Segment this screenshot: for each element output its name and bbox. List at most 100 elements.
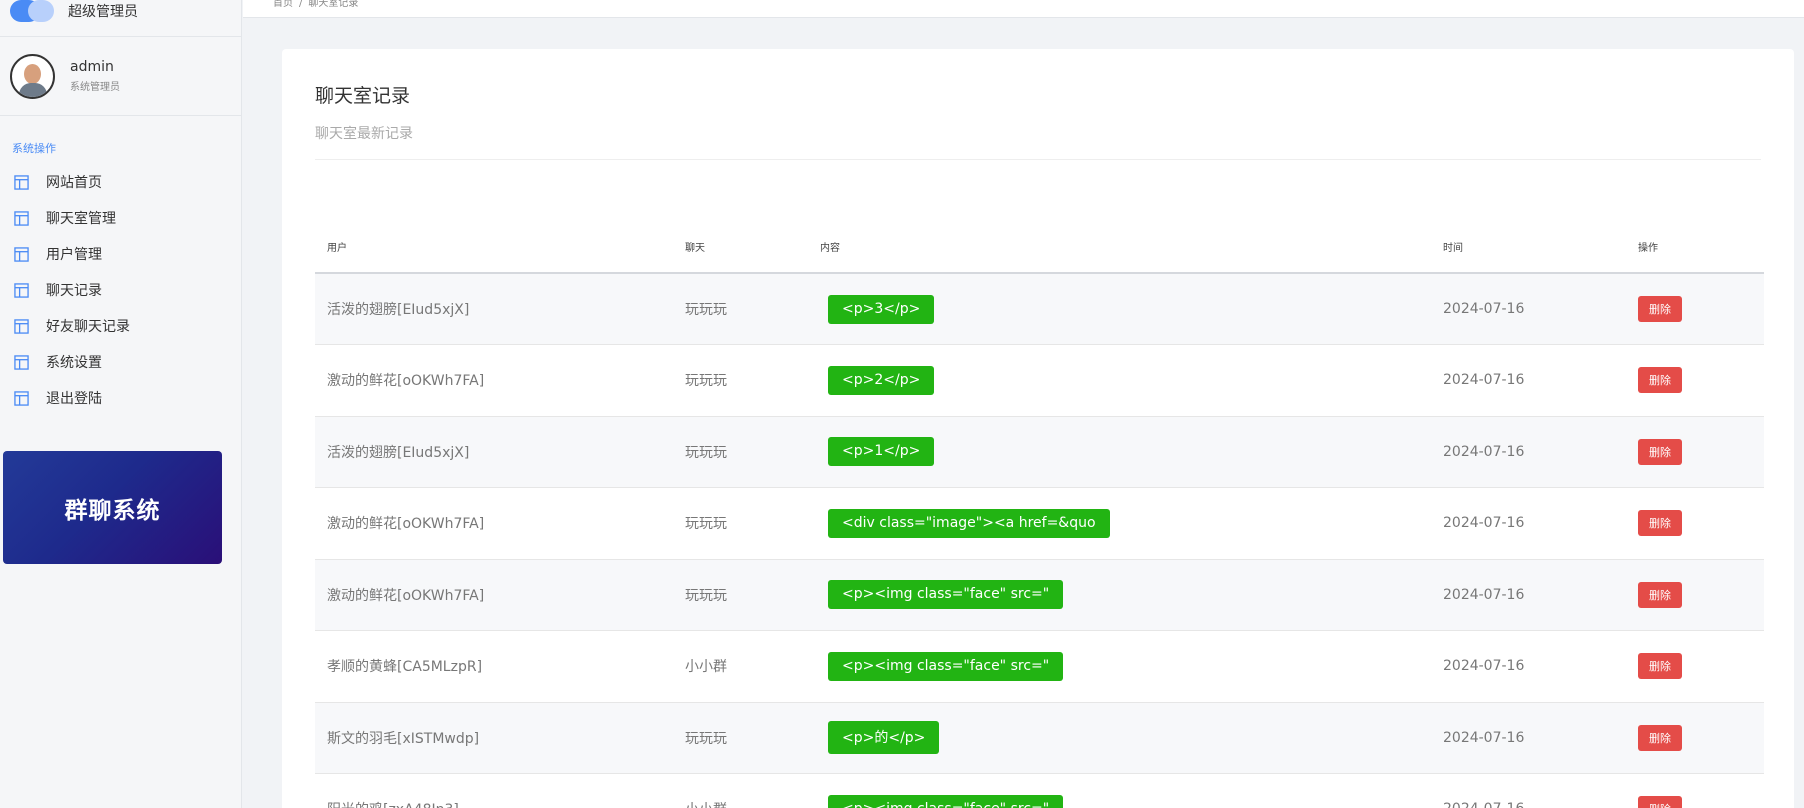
cell-chat: 玩玩玩 [685, 302, 727, 318]
delete-button[interactable]: 删除 [1638, 653, 1682, 680]
cell-user: 活泼的翅膀[EIud5xjX] [327, 444, 470, 461]
header-user[interactable]: 用户 [315, 221, 673, 274]
content-tag: <p>2</p> [828, 365, 935, 395]
cell-chat: 玩玩玩 [685, 516, 727, 533]
nav-section-title: 系统操作 [12, 142, 56, 155]
layout-icon [14, 390, 29, 406]
sidebar-item-label: 聊天记录 [46, 283, 102, 299]
table-row: 斯文的羽毛[xISTMwdp] 玩玩玩 <p>的</p> 2024-07-16 删除 [315, 702, 1764, 774]
sidebar-item-label: 系统设置 [46, 355, 102, 371]
sidebar-item-label: 好友聊天记录 [46, 319, 130, 335]
table-row: 激动的鲜花[oOKWh7FA] 玩玩玩 <p>2</p> 2024-07-16 删除 [315, 345, 1764, 417]
delete-button[interactable]: 删除 [1638, 581, 1682, 608]
cell-user: 斯文的羽毛[xISTMwdp] [327, 730, 480, 747]
table-header-row: 用户 聊天 内容 时间 操作 [315, 221, 1764, 274]
cell-action: 删除 [1626, 631, 1764, 703]
cell-action: 删除 [1626, 488, 1764, 560]
cell-action: 删除 [1626, 273, 1764, 345]
cell-time: 2024-07-16 [1443, 586, 1525, 603]
layout-icon [14, 174, 29, 190]
records-table: 用户 聊天 内容 时间 操作 活泼的翅膀[EIud5xjX] 玩玩玩 <p>3</p… [315, 221, 1764, 808]
content-tag: <p>的</p> [828, 721, 940, 755]
delete-button[interactable]: 删除 [1638, 296, 1682, 322]
content-tag: <div class="image"><a href=&quo [828, 508, 1110, 538]
header-action: 操作 [1626, 221, 1764, 274]
table-row: 活泼的翅膀[EIud5xjX] 玩玩玩 <p>3</p> 2024-07-16 删除 [315, 273, 1764, 345]
sidebar: 超级管理员 admin 系统管理员 系统操作 网站首页聊天室管理用户管理聊天记录… [0, 0, 242, 808]
page-subtitle: 聊天室最新记录 [315, 126, 413, 142]
breadcrumb: 首页 / 聊天室记录 [273, 0, 358, 9]
sidebar-item-4[interactable]: 聊天记录 [0, 272, 241, 308]
sidebar-item-label: 用户管理 [46, 247, 102, 263]
table-row: 阳光的鸡[zxA48In3]小小群 <p><img class="face" sr… [315, 774, 1764, 808]
cell-time: 2024-07-16 [1443, 658, 1525, 675]
sidebar-item-3[interactable]: 用户管理 [0, 236, 241, 272]
user-role: 系统管理员 [70, 82, 120, 93]
delete-button[interactable]: 删除 [1638, 510, 1682, 537]
layout-icon [14, 282, 29, 298]
cell-content: <p>2</p> [808, 345, 1431, 417]
sidebar-item-5[interactable]: 好友聊天记录 [0, 308, 241, 344]
breadcrumb-home[interactable]: 首页 [273, 0, 293, 9]
content-tag: <p><img class="face" src=" [828, 580, 1064, 610]
layout-icon [14, 318, 29, 334]
divider [315, 159, 1761, 160]
brand-title: 超级管理员 [68, 4, 138, 20]
nav-list: 网站首页聊天室管理用户管理聊天记录好友聊天记录 系统设置退出登陆 [0, 164, 241, 416]
table-row: 激动的鲜花[oOKWh7FA] 玩玩玩 <div class="image"><a … [315, 488, 1764, 560]
cell-content: <p>1</p> [808, 416, 1431, 488]
content-tag: <p><img class="face" src=" [828, 651, 1064, 681]
delete-button[interactable]: 删除 [1638, 796, 1682, 808]
user-name: admin [70, 59, 114, 75]
sidebar-item-1[interactable]: 网站首页 [0, 164, 241, 200]
layout-icon [14, 354, 29, 370]
user-panel: admin 系统管理员 [0, 37, 241, 116]
cell-action: 删除 [1626, 774, 1764, 808]
header-time[interactable]: 时间 [1431, 221, 1626, 274]
cell-action: 删除 [1626, 345, 1764, 417]
cell-content: <p>的</p> [808, 702, 1431, 774]
cell-user: 激动的鲜花[oOKWh7FA] [327, 373, 485, 390]
cell-content: <p><img class="face" src=" [808, 559, 1431, 631]
delete-button[interactable]: 删除 [1638, 724, 1682, 751]
cell-chat: 小小群 [685, 659, 727, 676]
cell-chat: 玩玩玩 [685, 730, 727, 747]
brand-bar: 超级管理员 [0, 0, 241, 37]
layout-icon [14, 210, 29, 226]
cell-chat: 玩玩玩 [685, 444, 727, 461]
cell-action: 删除 [1626, 702, 1764, 774]
cell-chat: 小小群 [673, 774, 808, 808]
content-tag: <p><img class="face" src=" [828, 794, 1064, 808]
cell-time: 2024-07-16 [1443, 515, 1525, 532]
content-tag: <p>1</p> [828, 437, 935, 467]
avatar[interactable] [10, 53, 55, 99]
cell-content: <p>3</p> [808, 273, 1431, 345]
delete-button[interactable]: 删除 [1638, 367, 1682, 394]
promo-banner: 群聊系统 [3, 451, 222, 564]
sidebar-item-7[interactable]: 退出登陆 [0, 380, 241, 416]
cell-content: <div class="image"><a href=&quo [808, 488, 1431, 560]
table-row: 激动的鲜花[oOKWh7FA] 玩玩玩 <p><img class="face" s… [315, 559, 1764, 631]
topbar: 首页 / 聊天室记录 [243, 0, 1804, 18]
cell-chat: 玩玩玩 [685, 587, 727, 604]
cell-user: 活泼的翅膀[EIud5xjX] [327, 302, 470, 318]
sidebar-item-label: 网站首页 [46, 175, 102, 191]
header-chat[interactable]: 聊天 [673, 221, 808, 274]
sidebar-item-6[interactable]: 系统设置 [0, 344, 241, 380]
breadcrumb-separator: / [299, 0, 303, 9]
cell-action: 删除 [1626, 559, 1764, 631]
page-title: 聊天室记录 [315, 85, 411, 107]
cell-user: 激动的鲜花[oOKWh7FA] [327, 516, 485, 533]
cell-chat: 玩玩玩 [685, 373, 727, 390]
cell-user: 孝顺的黄蜂[CA5MLzpR] [327, 659, 483, 676]
cell-user: 激动的鲜花[oOKWh7FA] [327, 587, 485, 604]
sidebar-item-2[interactable]: 聊天室管理 [0, 200, 241, 236]
delete-button[interactable]: 删除 [1638, 438, 1682, 465]
menu-toggle-icon[interactable] [8, 0, 56, 22]
sidebar-item-label: 聊天室管理 [46, 211, 116, 227]
cell-time: 2024-07-16 [1443, 729, 1525, 746]
table-row: 活泼的翅膀[EIud5xjX] 玩玩玩 <p>1</p> 2024-07-16 删除 [315, 416, 1764, 488]
sidebar-item-label: 退出登陆 [46, 391, 102, 407]
promo-text: 群聊系统 [64, 497, 161, 524]
header-content[interactable]: 内容 [808, 221, 1431, 274]
